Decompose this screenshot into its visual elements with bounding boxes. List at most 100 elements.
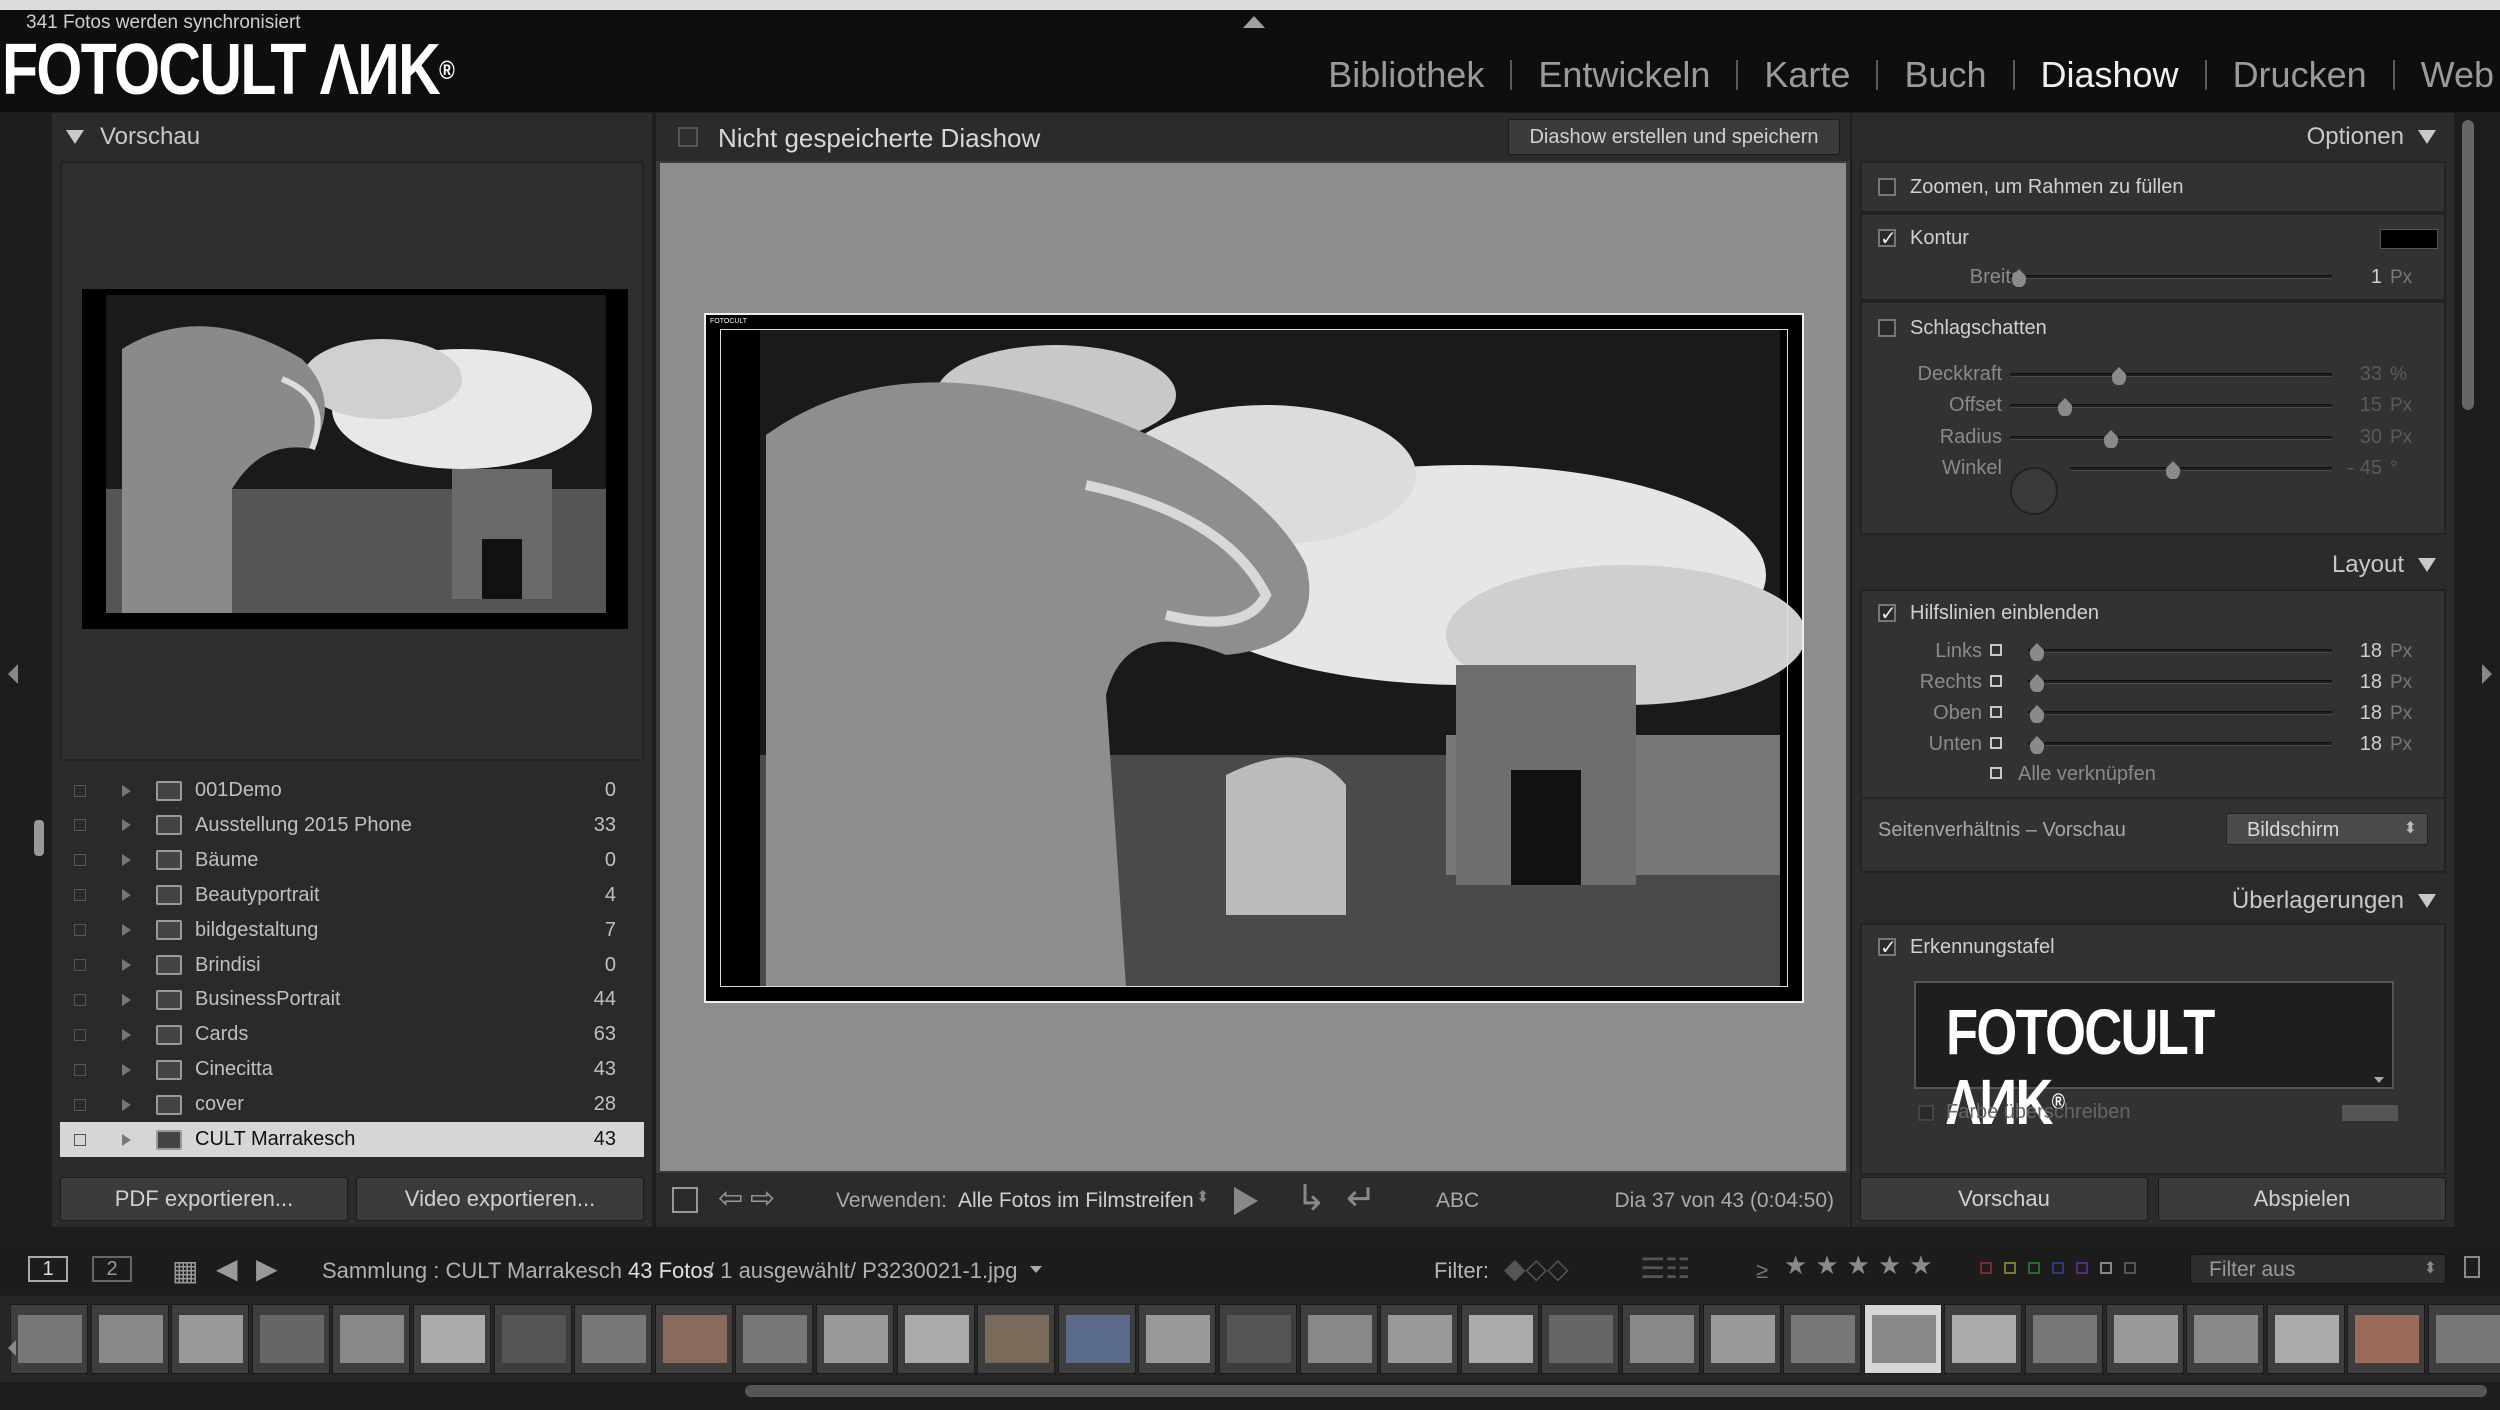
filmstrip-left-arrow-icon[interactable]	[8, 1340, 16, 1356]
filmstrip-thumbnail[interactable]	[413, 1304, 491, 1374]
selection-info[interactable]: / 1 ausgewählt/ P3230021-1.jpg	[708, 1258, 1017, 1284]
expand-triangle-icon[interactable]	[122, 819, 131, 832]
expand-triangle-icon[interactable]	[122, 1133, 131, 1146]
collection-checkbox[interactable]	[74, 784, 86, 797]
filmstrip-thumbnail[interactable]	[2025, 1304, 2103, 1374]
yellow-label-icon[interactable]	[2004, 1262, 2016, 1274]
lock-filter-icon[interactable]	[2464, 1256, 2480, 1278]
preview-button[interactable]: Vorschau	[1860, 1177, 2148, 1221]
star-icon[interactable]: ★	[1784, 1250, 1807, 1281]
farbe-checkbox[interactable]	[1918, 1105, 1934, 1121]
star-rating-filter[interactable]: ★ ★ ★ ★ ★	[1780, 1250, 1937, 1281]
radius-slider-thumb[interactable]	[2104, 430, 2118, 448]
winkel-dial[interactable]	[2010, 467, 2058, 515]
collection-item[interactable]: Ausstellung 2015 Phone 33	[60, 808, 644, 843]
view-2-button[interactable]: 2	[92, 1256, 132, 1282]
expand-triangle-icon[interactable]	[122, 889, 131, 902]
oben-value[interactable]: 18	[2332, 702, 2382, 725]
hilfslinien-checkbox[interactable]	[1878, 601, 1897, 626]
star-icon[interactable]: ★	[1878, 1250, 1901, 1281]
collection-checkbox[interactable]	[74, 1028, 86, 1041]
filmstrip-thumbnail[interactable]	[1541, 1304, 1620, 1374]
collection-item[interactable]: Cinecitta 43	[60, 1052, 644, 1087]
rechts-value[interactable]: 18	[2332, 671, 2382, 694]
collection-checkbox[interactable]	[74, 993, 86, 1006]
collection-item[interactable]: Bäume 0	[60, 843, 644, 878]
winkel-slider-track[interactable]	[2070, 467, 2332, 471]
filmstrip-thumbnail[interactable]	[2347, 1304, 2426, 1374]
zoom-fill-checkbox[interactable]	[1878, 178, 1896, 196]
kontur-checkbox[interactable]	[1878, 226, 1897, 251]
collection-checkbox[interactable]	[74, 1063, 86, 1076]
unten-slider-track[interactable]	[2028, 742, 2332, 746]
filmstrip-thumbnail[interactable]	[977, 1304, 1056, 1374]
breite-value[interactable]: 1	[2332, 266, 2382, 289]
stop-button[interactable]	[672, 1187, 698, 1213]
grid-view-icon[interactable]: ▦	[172, 1254, 198, 1287]
slideshow-checkbox[interactable]	[678, 127, 698, 147]
filter-preset-select[interactable]: Filter aus ⬍	[2190, 1254, 2446, 1284]
identity-plate-preview[interactable]: FOTOCULT ΛИK®	[1914, 981, 2394, 1137]
collection-checkbox[interactable]	[74, 959, 86, 971]
filmstrip-thumbnail[interactable]	[1863, 1304, 1942, 1374]
star-icon[interactable]: ★	[1847, 1250, 1870, 1281]
filmstrip-thumbnail[interactable]	[90, 1304, 169, 1374]
filmstrip-thumbnail[interactable]	[2186, 1304, 2265, 1374]
filmstrip-thumbnail[interactable]	[1460, 1304, 1539, 1374]
filmstrip-thumbnail[interactable]	[332, 1304, 411, 1374]
expand-triangle-icon[interactable]	[122, 924, 131, 937]
links-link-checkbox[interactable]	[1990, 644, 2002, 656]
collection-source[interactable]: Sammlung : CULT Marrakesch	[322, 1258, 622, 1284]
filmstrip-thumbnail[interactable]	[1622, 1304, 1700, 1374]
winkel-value[interactable]: - 45	[2312, 457, 2382, 480]
options-header[interactable]: Optionen	[1852, 113, 2454, 159]
collapse-top-panel-icon[interactable]	[1243, 16, 1265, 28]
add-text-button[interactable]: ABC	[1436, 1189, 1479, 1213]
schatten-checkbox[interactable]	[1878, 319, 1896, 337]
filmstrip-thumbnail[interactable]	[1057, 1304, 1136, 1374]
left-panel-scrollbar[interactable]	[34, 820, 44, 856]
radius-value[interactable]: 30	[2332, 426, 2382, 449]
collection-checkbox[interactable]	[74, 924, 86, 937]
breite-slider-track[interactable]	[2010, 275, 2332, 279]
collection-item[interactable]: 001Demo 0	[60, 773, 644, 808]
collection-item[interactable]: CULT Marrakesch 43	[60, 1122, 644, 1157]
links-value[interactable]: 18	[2332, 640, 2382, 663]
oben-link-checkbox[interactable]	[1990, 706, 2002, 718]
collection-item[interactable]: bildgestaltung 7	[60, 913, 644, 948]
filmstrip-thumbnail[interactable]	[1219, 1304, 1297, 1374]
filmstrip-thumbnail[interactable]	[171, 1304, 250, 1374]
module-web[interactable]: Web	[2395, 54, 2500, 96]
view-1-button[interactable]: 1	[28, 1256, 68, 1282]
gray-label-icon[interactable]	[2100, 1262, 2112, 1274]
links-slider-track[interactable]	[2028, 649, 2332, 653]
filmstrip-scrollbar[interactable]	[745, 1385, 2487, 1397]
no-label-icon[interactable]	[2124, 1262, 2136, 1274]
filmstrip-thumbnail[interactable]	[2266, 1304, 2345, 1374]
unten-value[interactable]: 18	[2332, 733, 2382, 756]
oben-slider-track[interactable]	[2028, 711, 2332, 715]
edit-filter-icons[interactable]: ☰☷	[1640, 1252, 1690, 1285]
rechts-link-checkbox[interactable]	[1990, 675, 2002, 687]
deckkraft-slider-thumb[interactable]	[2112, 367, 2126, 385]
filmstrip-thumbnail[interactable]	[1380, 1304, 1459, 1374]
collection-item[interactable]: cover 28	[60, 1087, 644, 1122]
next-slide-icon[interactable]: ⇨	[750, 1181, 775, 1216]
module-diashow[interactable]: Diashow	[2015, 54, 2205, 96]
filmstrip-thumbnail[interactable]	[251, 1304, 330, 1374]
flag-filter-icons[interactable]: ◆◇◇	[1504, 1252, 1569, 1285]
overlays-header[interactable]: Überlagerungen	[1852, 877, 2454, 923]
layout-header[interactable]: Layout	[1852, 541, 2454, 587]
back-arrow-icon[interactable]: ◀	[216, 1252, 238, 1285]
collection-item[interactable]: Cards 63	[60, 1017, 644, 1052]
filmstrip-thumbnail[interactable]	[735, 1304, 814, 1374]
alle-verknuepfen-checkbox[interactable]	[1990, 767, 2002, 779]
star-icon[interactable]: ★	[1815, 1250, 1838, 1281]
collapse-right-panel-icon[interactable]	[2482, 664, 2492, 684]
filmstrip-thumbnail[interactable]	[1702, 1304, 1781, 1374]
unten-slider-thumb[interactable]	[2030, 736, 2044, 754]
collection-item[interactable]: Brindisi 0	[60, 948, 644, 983]
filmstrip-thumbnail[interactable]	[654, 1304, 733, 1374]
rating-operator[interactable]: ≥	[1756, 1258, 1768, 1284]
deckkraft-slider-track[interactable]	[2010, 373, 2332, 377]
